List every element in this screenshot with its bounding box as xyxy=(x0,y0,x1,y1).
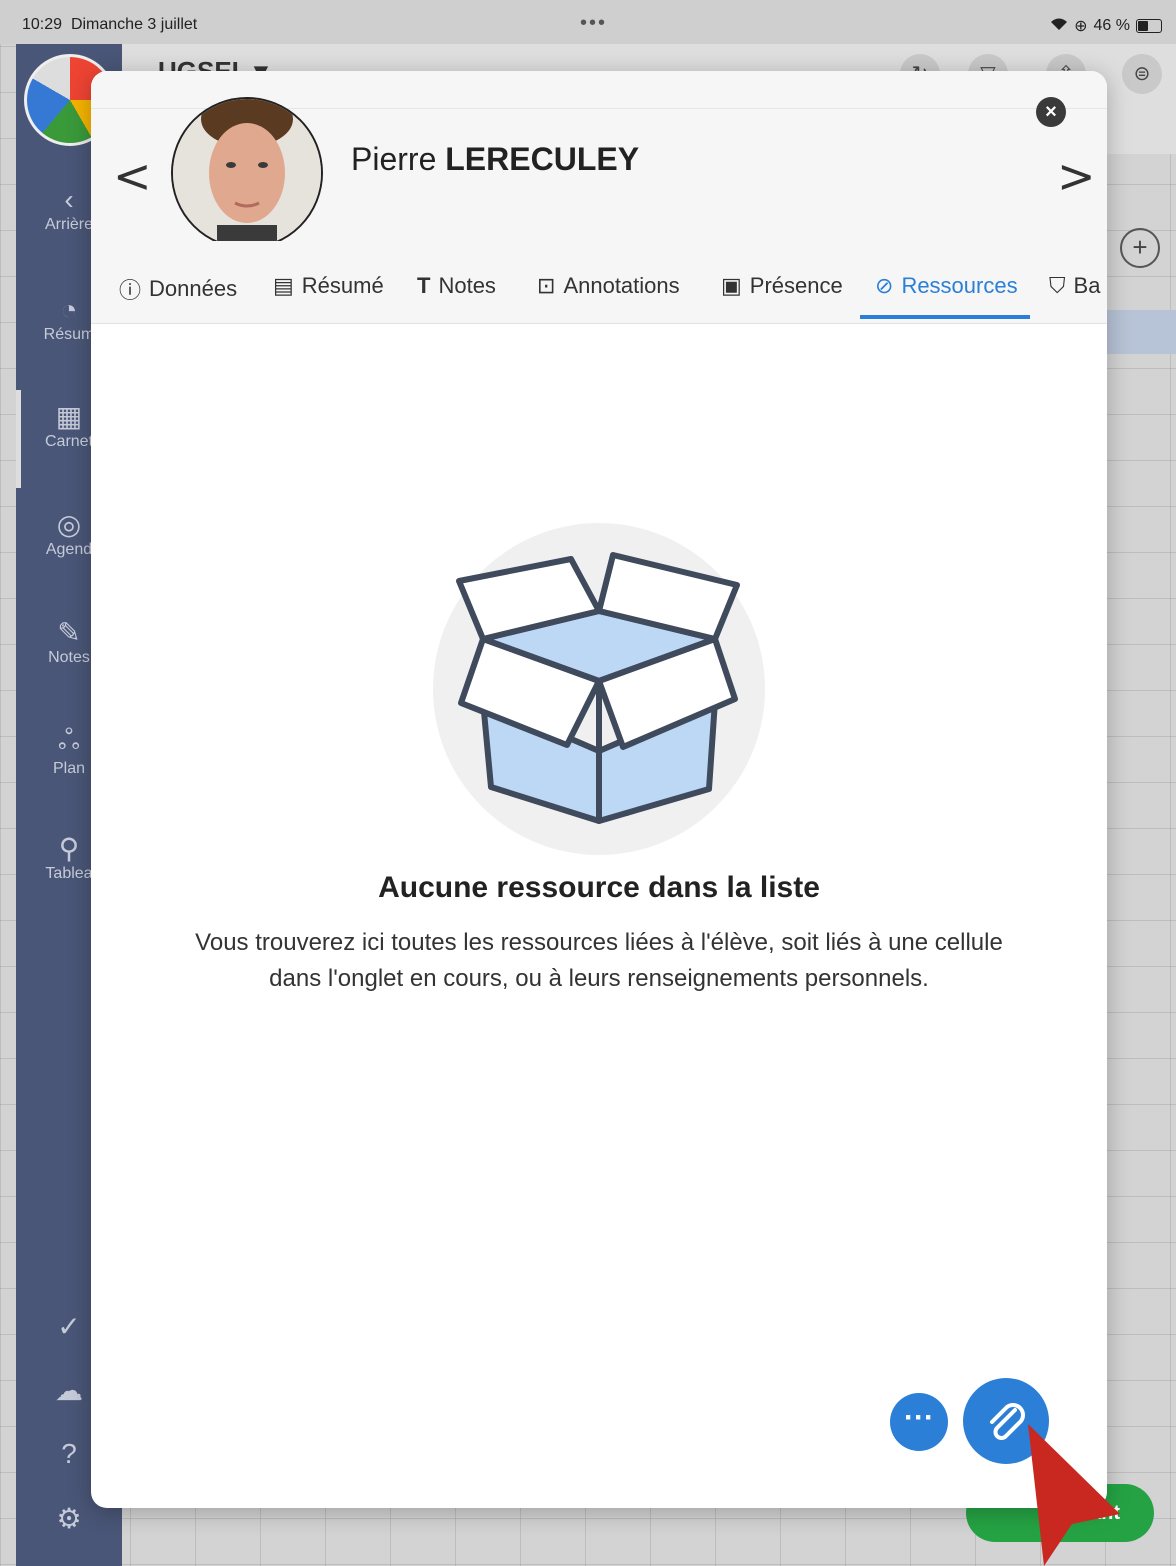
last-name: LERECULEY xyxy=(445,141,640,177)
tab-donnees[interactable]: ⓘ Données xyxy=(119,273,237,305)
tab-presence[interactable]: ▣ Présence xyxy=(721,273,843,299)
sidebar-item-label: Carnet xyxy=(44,433,94,450)
sidebar-item-label: Arrière xyxy=(44,216,93,233)
close-icon[interactable]: × xyxy=(1036,97,1066,127)
text-icon: T xyxy=(417,273,431,298)
sidebar-item-label: Tablea xyxy=(45,865,93,882)
tab-label: Ressources xyxy=(901,273,1018,298)
comment-icon: ⊡ xyxy=(537,273,556,298)
previous-student-chevron-icon[interactable]: < xyxy=(113,149,152,203)
selected-row-strip xyxy=(1106,310,1176,354)
toggle-icon[interactable]: ⊜ xyxy=(1122,54,1162,94)
active-tab-indicator xyxy=(860,315,1030,319)
status-time: 10:29 Dimanche 3 juillet xyxy=(22,16,198,33)
wifi-icon xyxy=(1050,17,1068,36)
first-name: Pierre xyxy=(351,141,437,177)
add-icon[interactable]: + xyxy=(1120,228,1160,268)
tab-label: Notes xyxy=(438,273,496,298)
tab-ressources[interactable]: ⊘ Ressources xyxy=(875,273,1018,299)
tab-label: Ba xyxy=(1073,273,1101,298)
badge-icon: ⛉ xyxy=(1049,273,1066,298)
sidebar-item-label: Notes xyxy=(48,649,90,666)
tab-label: Présence xyxy=(749,273,843,298)
tab-label: Données xyxy=(149,276,238,301)
status-bar: 10:29 Dimanche 3 juillet ••• ⊕ 46 % xyxy=(0,0,1176,44)
more-options-button[interactable]: ··· xyxy=(890,1393,948,1451)
user-circle-icon: ⓘ xyxy=(119,278,142,303)
calendar-check-icon: ▣ xyxy=(721,273,742,298)
status-right: ⊕ 46 % xyxy=(1050,16,1162,36)
student-avatar xyxy=(171,97,323,249)
student-name: Pierre LERECULEY xyxy=(351,141,639,178)
tab-annotations[interactable]: ⊡ Annotations xyxy=(537,273,680,299)
tab-label: Annotations xyxy=(563,273,680,298)
multitask-dots[interactable]: ••• xyxy=(580,12,607,35)
orientation-lock-icon: ⊕ xyxy=(1074,18,1088,35)
tab-bar: ⓘ Données ▤ Résumé T Notes ⊡ Annotations… xyxy=(91,241,1107,323)
sidebar-item-label: Plan xyxy=(52,760,86,777)
empty-box-illustration xyxy=(433,523,765,855)
list-icon: ▤ xyxy=(273,273,294,298)
battery-percentage: 46 % xyxy=(1093,17,1130,34)
tab-resume[interactable]: ▤ Résumé xyxy=(273,273,384,299)
tab-notes[interactable]: T Notes xyxy=(417,273,496,299)
next-student-chevron-icon[interactable]: > xyxy=(1057,149,1096,203)
tab-badges[interactable]: ⛉ Ba xyxy=(1049,273,1100,299)
empty-state-title: Aucune ressource dans la liste xyxy=(378,871,820,904)
battery-icon xyxy=(1136,19,1162,33)
sidebar-item-label: Agend xyxy=(45,541,93,558)
student-modal: < Pierre LERECULEY > × ⓘ Données ▤ Résum… xyxy=(91,71,1107,1508)
empty-state-description: Vous trouverez ici toutes les ressources… xyxy=(195,929,1003,992)
tab-label: Résumé xyxy=(301,273,384,298)
ellipsis-icon: ··· xyxy=(904,1401,934,1434)
sidebar-item-label: Résum xyxy=(43,326,95,343)
paperclip-icon: ⊘ xyxy=(875,273,894,298)
red-pointer-arrow xyxy=(1028,1424,1120,1566)
